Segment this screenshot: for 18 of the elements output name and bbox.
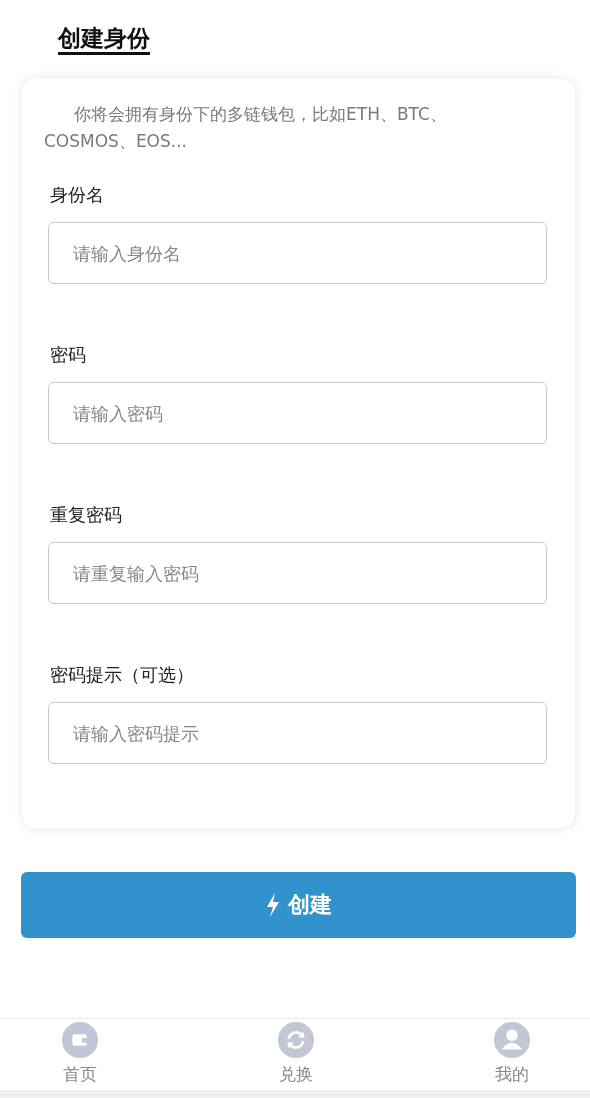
wallet-icon xyxy=(61,1021,99,1059)
input-field[interactable]: 请重复输入密码 xyxy=(48,542,547,604)
input-field[interactable]: 请输入密码 xyxy=(48,382,547,444)
user-icon xyxy=(493,1021,531,1059)
nav-item[interactable]: 兑换 xyxy=(261,1021,331,1086)
input-field[interactable]: 请输入密码提示 xyxy=(48,702,547,764)
nav-item[interactable]: 首页 xyxy=(45,1021,115,1086)
page-title: 创建身份 xyxy=(58,24,150,55)
exchange-icon xyxy=(277,1021,315,1059)
intro-text: 你将会拥有身份下的多链钱包，比如ETH、BTC、COSMOS、EOS... xyxy=(44,103,448,153)
field-label: 身份名 xyxy=(50,183,105,207)
field-label: 密码 xyxy=(50,343,87,367)
field-label: 重复密码 xyxy=(50,503,123,527)
input-field[interactable]: 请输入身份名 xyxy=(48,222,547,284)
field-label: 密码提示（可选） xyxy=(50,663,195,687)
nav-item[interactable]: 我的 xyxy=(477,1021,547,1086)
lightning-icon xyxy=(265,893,280,917)
create-button[interactable]: 创建 xyxy=(21,872,576,938)
